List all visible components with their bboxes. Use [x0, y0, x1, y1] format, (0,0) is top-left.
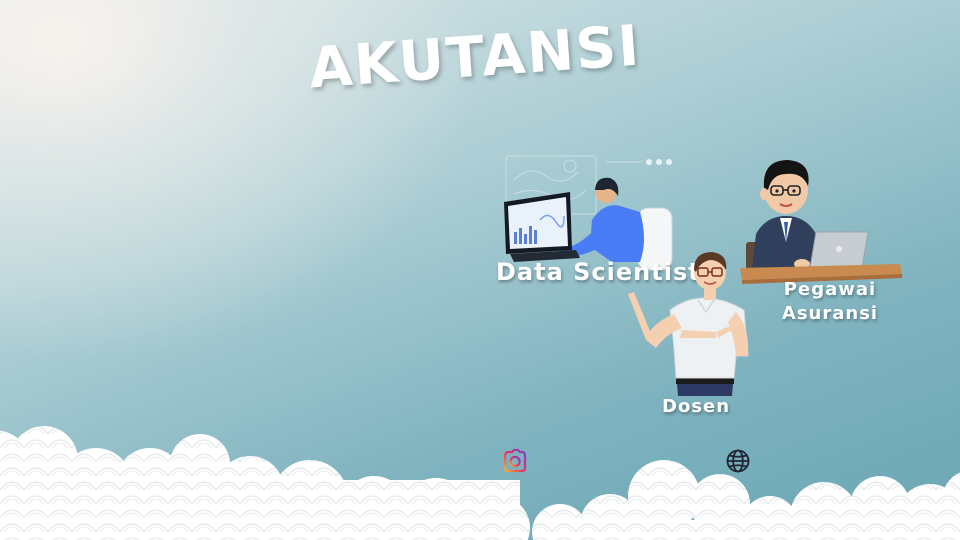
slide-canvas: AKUTANSI Data Scientist Pegawai Asuransi…: [0, 0, 960, 540]
lecturer-illustration: [628, 252, 749, 396]
career-label-dosen: Dosen: [662, 396, 731, 417]
career-label-line-2: Asuransi: [781, 303, 879, 324]
career-label-pegawai-asuransi: Pegawai Asuransi: [760, 278, 900, 326]
cloud-decoration: [0, 426, 960, 540]
career-label-line-1: Pegawai: [783, 279, 877, 300]
insurance-employee-illustration: [740, 160, 902, 284]
slide-title: AKUTANSI: [306, 13, 644, 102]
